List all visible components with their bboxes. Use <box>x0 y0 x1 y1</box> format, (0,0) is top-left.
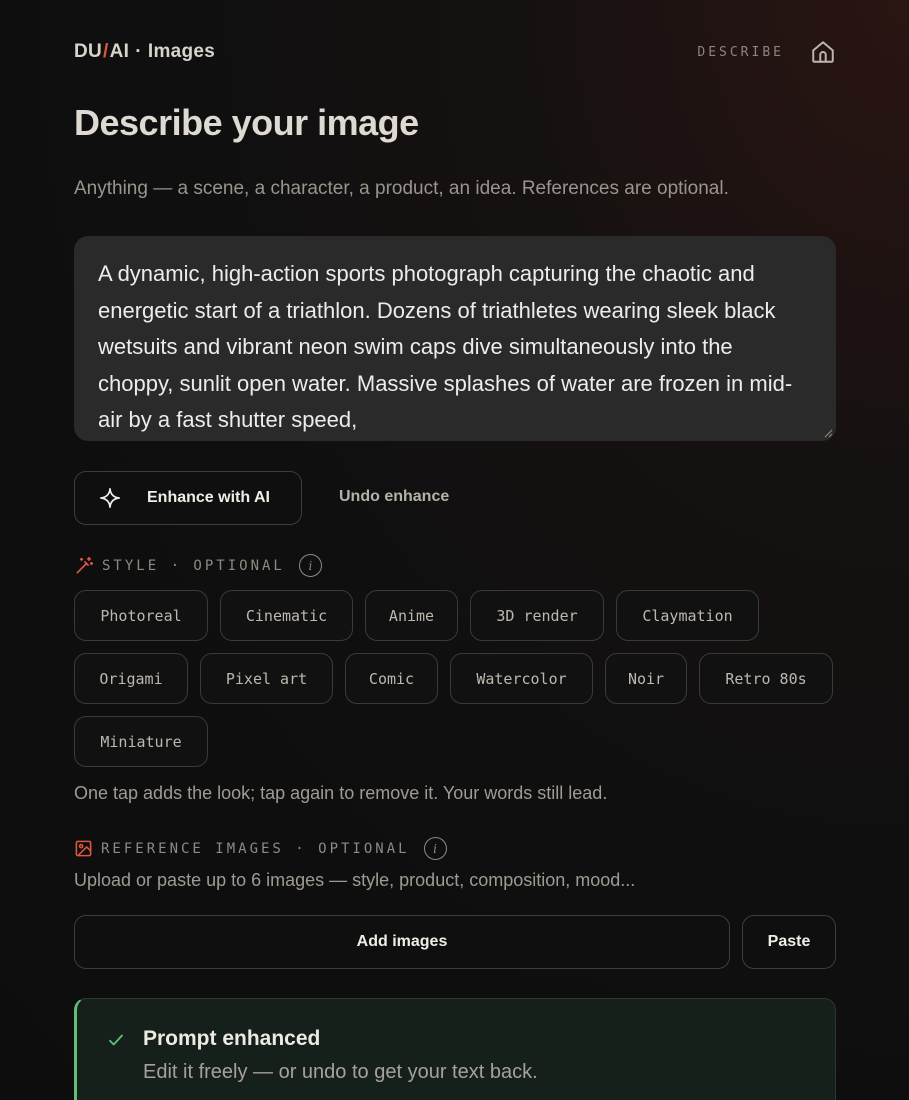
resize-grip-icon[interactable] <box>823 428 833 438</box>
top-nav: DESCRIBE <box>697 39 836 65</box>
style-chip-comic[interactable]: Comic <box>345 653 438 704</box>
style-section-label: STYLE · OPTIONAL i <box>74 554 322 577</box>
brand-slash: / <box>103 41 109 62</box>
style-chip-pixel-art[interactable]: Pixel art <box>200 653 333 704</box>
add-images-button[interactable]: Add images <box>74 915 730 969</box>
prompt-textarea[interactable]: A dynamic, high-action sports photograph… <box>74 236 836 441</box>
style-chip-anime[interactable]: Anime <box>365 590 458 641</box>
reference-label-text: REFERENCE IMAGES · OPTIONAL <box>101 840 410 857</box>
brand-dot: · <box>135 41 142 62</box>
style-label-text: STYLE · OPTIONAL <box>102 557 285 574</box>
brand-ai: AI <box>109 41 130 62</box>
style-chip-cinematic[interactable]: Cinematic <box>220 590 353 641</box>
brand-sub: Images <box>147 41 216 62</box>
style-chip-origami[interactable]: Origami <box>74 653 188 704</box>
style-chip-noir[interactable]: Noir <box>605 653 687 704</box>
home-icon[interactable] <box>810 39 836 65</box>
enhance-label: Enhance with AI <box>147 489 270 506</box>
brand-logo[interactable]: DU / AI · Images <box>74 41 215 63</box>
style-chip-miniature[interactable]: Miniature <box>74 716 208 767</box>
toast-body: Edit it freely — or undo to get your tex… <box>143 1061 538 1083</box>
brand-du: DU <box>74 41 103 62</box>
undo-enhance-button[interactable]: Undo enhance <box>339 488 449 506</box>
style-chip-watercolor[interactable]: Watercolor <box>450 653 593 704</box>
info-icon[interactable]: i <box>423 837 447 860</box>
reference-hint: Upload or paste up to 6 images — style, … <box>74 870 636 890</box>
image-icon <box>75 840 92 857</box>
magic-wand-icon <box>76 556 94 573</box>
style-chip-retro-80s[interactable]: Retro 80s <box>699 653 833 704</box>
enhance-with-ai-button[interactable]: Enhance with AI <box>74 471 302 525</box>
style-chip-3d-render[interactable]: 3D render <box>470 590 604 641</box>
prompt-enhanced-toast: Prompt enhanced Edit it freely — or undo… <box>74 998 836 1100</box>
sparkle-icon <box>100 488 120 508</box>
check-icon <box>109 1034 123 1046</box>
reference-section-label: REFERENCE IMAGES · OPTIONAL i <box>74 837 447 860</box>
style-hint: One tap adds the look; tap again to remo… <box>74 783 608 803</box>
page-subtitle: Anything — a scene, a character, a produ… <box>74 178 729 199</box>
info-icon[interactable]: i <box>298 554 322 577</box>
describe-link[interactable]: DESCRIBE <box>697 45 784 60</box>
prompt-text[interactable]: A dynamic, high-action sports photograph… <box>98 256 812 439</box>
toast-title: Prompt enhanced <box>143 1027 321 1050</box>
style-chip-photoreal[interactable]: Photoreal <box>74 590 208 641</box>
top-bar: DU / AI · Images DESCRIBE <box>74 36 836 68</box>
paste-button[interactable]: Paste <box>742 915 836 969</box>
page-title: Describe your image <box>74 102 419 143</box>
style-chip-claymation[interactable]: Claymation <box>616 590 759 641</box>
